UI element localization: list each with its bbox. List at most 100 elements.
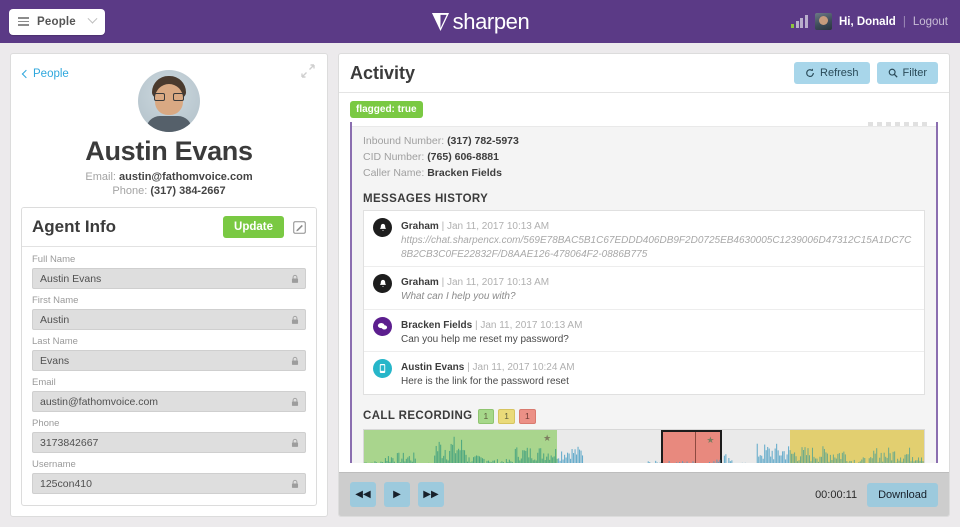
message-author: Graham bbox=[401, 277, 439, 288]
field-label: Email bbox=[32, 377, 56, 388]
field-1: First Name Austin bbox=[32, 295, 306, 330]
message-timestamp: | Jan 11, 2017 10:24 AM bbox=[467, 362, 575, 373]
edit-pencil-icon[interactable] bbox=[293, 220, 306, 234]
agent-info-panel: Agent Info Update Full Name Austin Evans F… bbox=[21, 207, 317, 506]
field-label: Username bbox=[32, 459, 76, 470]
avatar bbox=[814, 13, 832, 30]
field-input[interactable]: 125con410 bbox=[32, 473, 306, 494]
nav-module-selector[interactable]: People bbox=[9, 8, 105, 35]
flag-row: flagged: true bbox=[339, 93, 949, 122]
profile-email-line: Email: austin@fathomvoice.com bbox=[23, 171, 315, 183]
call-recording-header: CALL RECORDING 111 bbox=[363, 408, 936, 424]
meta-value: Bracken Fields bbox=[427, 167, 502, 179]
user-greeting: Hi, Donald bbox=[838, 15, 896, 28]
list-item[interactable]: Graham | Jan 11, 2017 10:13 AM https://ch… bbox=[364, 211, 924, 267]
field-5: Username 125con410 bbox=[32, 459, 306, 494]
agent-info-fields: Full Name Austin Evans First Name Austin Las… bbox=[22, 247, 316, 500]
lock-icon bbox=[291, 356, 299, 365]
filter-label: Filter bbox=[902, 67, 927, 79]
refresh-label: Refresh bbox=[820, 67, 859, 79]
profile-email-label: Email: bbox=[85, 171, 116, 183]
logout-link[interactable]: Logout bbox=[913, 16, 948, 28]
list-item[interactable]: Graham | Jan 11, 2017 10:13 AM What can I… bbox=[364, 267, 924, 310]
call-meta-line-2: Caller Name: Bracken Fields bbox=[363, 165, 936, 181]
profile-phone-value: (317) 384-2667 bbox=[150, 185, 226, 197]
filter-button[interactable]: Filter bbox=[876, 62, 938, 84]
download-button[interactable]: Download bbox=[867, 482, 938, 507]
field-value: 125con410 bbox=[40, 477, 92, 490]
field-input[interactable]: Austin bbox=[32, 309, 306, 330]
message-author: Bracken Fields bbox=[401, 319, 473, 331]
field-2: Last Name Evans bbox=[32, 336, 306, 371]
message-author: Graham bbox=[401, 221, 439, 232]
message-text: Can you help me reset my password? bbox=[401, 333, 569, 345]
call-recording-legend: 111 bbox=[477, 408, 536, 424]
expand-arrows-icon[interactable] bbox=[301, 64, 315, 78]
rewind-button[interactable]: ◀◀ bbox=[350, 482, 376, 507]
lock-icon bbox=[291, 274, 299, 283]
audio-player-controls: ◀◀ ▶ ▶▶ 00:00:11 Download bbox=[339, 472, 949, 516]
profile-card: People Austin Evans Email: austin@fathom… bbox=[10, 53, 328, 517]
field-value: austin@fathomvoice.com bbox=[40, 395, 159, 408]
agent-info-title: Agent Info bbox=[32, 217, 117, 236]
playback-time: 00:00:11 bbox=[815, 488, 858, 501]
field-input[interactable]: Austin Evans bbox=[32, 268, 306, 289]
call-meta-line-1: CID Number: (765) 606-8881 bbox=[363, 149, 936, 165]
list-item[interactable]: Bracken Fields | Jan 11, 2017 10:13 AM Ca… bbox=[364, 310, 924, 352]
messages-history-title: MESSAGES HISTORY bbox=[363, 193, 489, 205]
message-author: Austin Evans bbox=[401, 362, 465, 373]
field-input[interactable]: austin@fathomvoice.com bbox=[32, 391, 306, 412]
separator: | bbox=[902, 15, 906, 28]
message-timestamp: | Jan 11, 2017 10:13 AM bbox=[474, 319, 583, 331]
profile-phone-label: Phone: bbox=[112, 185, 148, 197]
waveform[interactable]: ★ ★ bbox=[364, 429, 924, 463]
waveform-container[interactable]: ★★ 510 bbox=[363, 428, 925, 463]
sharpen-mark-icon bbox=[431, 12, 449, 31]
fast-forward-button[interactable]: ▶▶ bbox=[418, 482, 444, 507]
legend-pill-yellow[interactable]: 1 bbox=[498, 408, 515, 424]
field-4: Phone 3173842667 bbox=[32, 418, 306, 453]
lock-icon bbox=[291, 479, 299, 488]
call-meta-line-0: Inbound Number: (317) 782-5973 bbox=[363, 133, 936, 149]
field-value: Evans bbox=[40, 354, 70, 367]
message-timestamp: | Jan 11, 2017 10:13 AM bbox=[441, 221, 550, 232]
meta-label: CID Number: bbox=[363, 151, 425, 163]
field-input[interactable]: Evans bbox=[32, 350, 306, 371]
legend-pill-red[interactable]: 1 bbox=[519, 408, 536, 424]
list-item[interactable]: Austin Evans | Jan 11, 2017 10:24 AM Here… bbox=[364, 352, 924, 394]
breadcrumb-back-people[interactable]: People bbox=[21, 68, 69, 80]
meta-label: Caller Name: bbox=[363, 167, 425, 179]
message-header: Austin Evans | Jan 11, 2017 10:24 AM bbox=[401, 362, 575, 373]
activity-title: Activity bbox=[350, 62, 416, 83]
message-header: Graham | Jan 11, 2017 10:13 AM bbox=[401, 221, 549, 232]
field-input[interactable]: 3173842667 bbox=[32, 432, 306, 453]
chevron-left-icon bbox=[21, 69, 31, 79]
play-button[interactable]: ▶ bbox=[384, 482, 410, 507]
bell-icon bbox=[373, 218, 392, 237]
hamburger-icon bbox=[18, 17, 29, 26]
message-text: Here is the link for the password reset bbox=[401, 376, 569, 387]
field-0: Full Name Austin Evans bbox=[32, 254, 306, 289]
page-body: People Austin Evans Email: austin@fathom… bbox=[0, 43, 960, 527]
signal-bars-icon bbox=[791, 15, 808, 28]
status-badge: flagged: true bbox=[350, 101, 423, 118]
message-header: Graham | Jan 11, 2017 10:13 AM bbox=[401, 277, 549, 288]
call-metadata: Inbound Number: (317) 782-5973 CID Number… bbox=[352, 127, 936, 181]
update-button[interactable]: Update bbox=[223, 216, 284, 238]
meta-label: Inbound Number: bbox=[363, 135, 445, 147]
chevron-down-icon bbox=[87, 13, 98, 24]
chat-bubble-icon bbox=[373, 316, 392, 336]
activity-card: Activity Refresh Filter flagged: true In… bbox=[338, 53, 950, 517]
message-text: What can I help you with? bbox=[401, 291, 516, 302]
nav-module-label: People bbox=[37, 15, 76, 28]
brand-name: sharpen bbox=[452, 8, 530, 34]
call-recording-title: CALL RECORDING bbox=[363, 410, 473, 422]
activity-scroll-area[interactable]: Inbound Number: (317) 782-5973 CID Number… bbox=[350, 122, 938, 463]
messages-list: Graham | Jan 11, 2017 10:13 AM https://ch… bbox=[363, 210, 925, 395]
waveform-graphic bbox=[364, 436, 924, 463]
refresh-button[interactable]: Refresh bbox=[794, 62, 870, 84]
lock-icon bbox=[291, 397, 299, 406]
field-label: Phone bbox=[32, 418, 60, 429]
legend-pill-green[interactable]: 1 bbox=[477, 408, 495, 424]
message-timestamp: | Jan 11, 2017 10:13 AM bbox=[441, 277, 550, 288]
